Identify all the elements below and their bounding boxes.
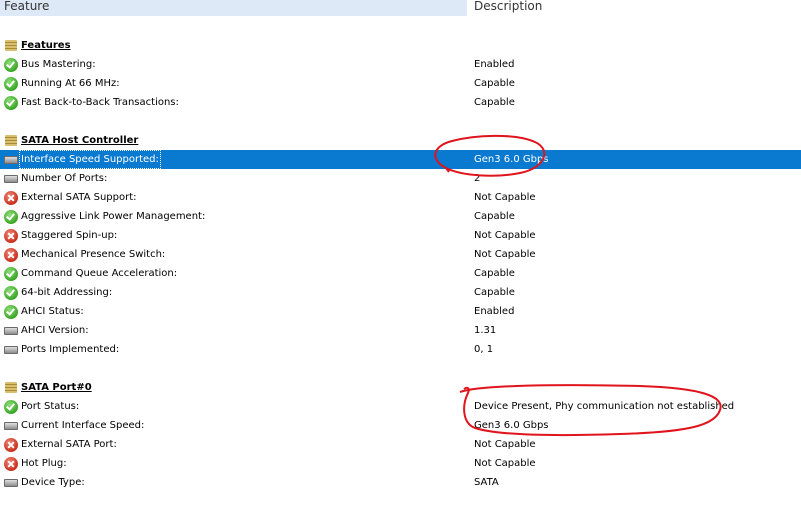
error-icon: [4, 438, 18, 452]
check-icon: [4, 96, 18, 110]
feature-value: Capable: [474, 268, 515, 279]
section-header[interactable]: Features: [0, 36, 801, 55]
feature-label: External SATA Support:: [21, 192, 137, 203]
feature-label: Fast Back-to-Back Transactions:: [21, 97, 179, 108]
feature-label: AHCI Version:: [21, 325, 89, 336]
property-row[interactable]: Aggressive Link Power Management: Capable: [0, 207, 801, 226]
feature-label: Staggered Spin-up:: [21, 230, 118, 241]
feature-label: Current Interface Speed:: [21, 420, 145, 431]
property-row[interactable]: External SATA Support: Not Capable: [0, 188, 801, 207]
feature-value: Not Capable: [474, 192, 536, 203]
feature-value: 0, 1: [474, 344, 494, 355]
property-row[interactable]: Fast Back-to-Back Transactions: Capable: [0, 93, 801, 112]
check-icon: [4, 58, 18, 72]
feature-label: Ports Implemented:: [21, 344, 120, 355]
description-column-header[interactable]: Description: [468, 0, 801, 16]
section-icon: [5, 40, 17, 51]
section-header[interactable]: SATA Host Controller: [0, 131, 801, 150]
feature-value: Gen3 6.0 Gbps: [474, 420, 549, 431]
section-header[interactable]: SATA Port#0: [0, 378, 801, 397]
feature-label: External SATA Port:: [21, 439, 117, 450]
feature-value: Enabled: [474, 306, 515, 317]
property-row[interactable]: Hot Plug: Not Capable: [0, 454, 801, 473]
feature-column-header[interactable]: Feature: [0, 0, 467, 16]
feature-value: Not Capable: [474, 458, 536, 469]
section-icon: [5, 382, 17, 393]
feature-value: Not Capable: [474, 249, 536, 260]
property-row[interactable]: Ports Implemented: 0, 1: [0, 340, 801, 359]
feature-value: Capable: [474, 211, 515, 222]
property-row[interactable]: Port Status: Device Present, Phy communic…: [0, 397, 801, 416]
check-icon: [4, 210, 18, 224]
section-title: SATA Host Controller: [21, 135, 139, 146]
property-row[interactable]: Current Interface Speed: Gen3 6.0 Gbps: [0, 416, 801, 435]
feature-value: Device Present, Phy communication not es…: [474, 401, 735, 412]
check-icon: [4, 305, 18, 319]
feature-label: Number Of Ports:: [21, 173, 108, 184]
property-row[interactable]: Bus Mastering: Enabled: [0, 55, 801, 74]
feature-label: Port Status:: [21, 401, 80, 412]
feature-value: Enabled: [474, 59, 515, 70]
property-row[interactable]: Command Queue Acceleration: Capable: [0, 264, 801, 283]
property-row[interactable]: Staggered Spin-up: Not Capable: [0, 226, 801, 245]
check-icon: [4, 286, 18, 300]
feature-value: Not Capable: [474, 230, 536, 241]
feature-value: 1.31: [474, 325, 497, 336]
property-row[interactable]: AHCI Version: 1.31: [0, 321, 801, 340]
feature-value: 2: [474, 173, 481, 184]
feature-value: Capable: [474, 287, 515, 298]
device-icon: [4, 422, 18, 430]
error-icon: [4, 229, 18, 243]
section-title: SATA Port#0: [21, 382, 92, 393]
feature-value: Capable: [474, 97, 515, 108]
feature-label: Running At 66 MHz:: [21, 78, 120, 89]
feature-label: AHCI Status:: [21, 306, 84, 317]
feature-label: Mechanical Presence Switch:: [21, 249, 166, 260]
feature-value: Gen3 6.0 Gbps: [474, 154, 549, 165]
property-row[interactable]: Interface Speed Supported: Gen3 6.0 Gbps: [0, 150, 801, 169]
device-icon: [4, 327, 18, 335]
check-icon: [4, 400, 18, 414]
error-icon: [4, 248, 18, 262]
device-icon: [4, 175, 18, 183]
feature-label: 64-bit Addressing:: [21, 287, 113, 298]
feature-label: Aggressive Link Power Management:: [21, 211, 206, 222]
feature-value: SATA: [474, 477, 499, 488]
section-icon: [5, 135, 17, 146]
error-icon: [4, 457, 18, 471]
column-header: Feature Description: [0, 0, 801, 16]
feature-label: Interface Speed Supported:: [19, 150, 161, 169]
feature-value: Capable: [474, 78, 515, 89]
property-row[interactable]: Running At 66 MHz: Capable: [0, 74, 801, 93]
device-icon: [4, 479, 18, 487]
property-row[interactable]: Device Type: SATA: [0, 473, 801, 492]
feature-label: Bus Mastering:: [21, 59, 96, 70]
device-icon: [4, 346, 18, 354]
feature-label: Device Type:: [21, 477, 85, 488]
section-title: Features: [21, 40, 71, 51]
check-icon: [4, 77, 18, 91]
property-row[interactable]: External SATA Port: Not Capable: [0, 435, 801, 454]
error-icon: [4, 191, 18, 205]
property-row[interactable]: AHCI Status: Enabled: [0, 302, 801, 321]
property-row[interactable]: Mechanical Presence Switch: Not Capable: [0, 245, 801, 264]
device-icon: [4, 156, 18, 164]
feature-label: Command Queue Acceleration:: [21, 268, 178, 279]
feature-value: Not Capable: [474, 439, 536, 450]
property-row[interactable]: Number Of Ports: 2: [0, 169, 801, 188]
feature-label: Hot Plug:: [21, 458, 67, 469]
property-row[interactable]: 64-bit Addressing: Capable: [0, 283, 801, 302]
check-icon: [4, 267, 18, 281]
